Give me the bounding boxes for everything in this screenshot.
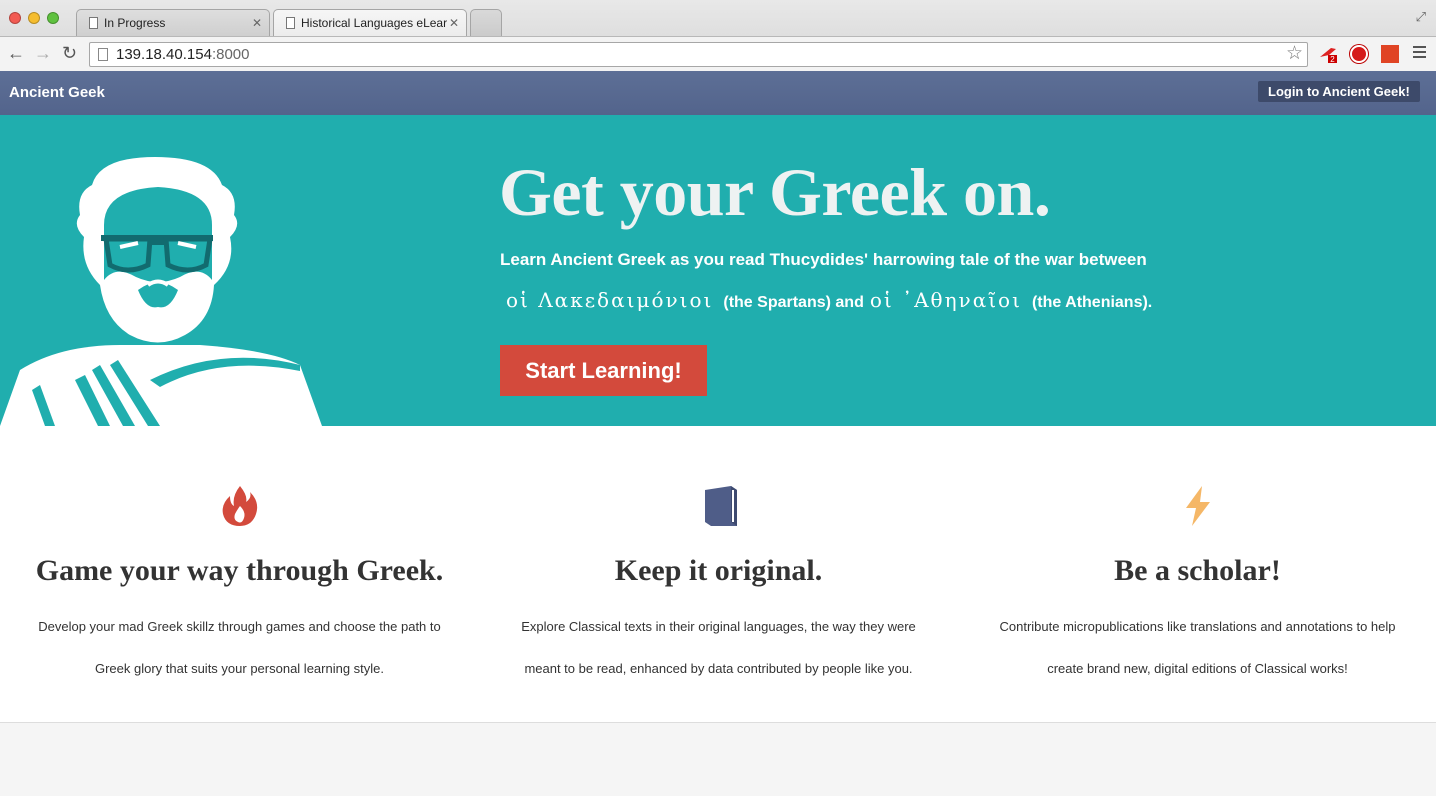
- extension-bird-icon[interactable]: 2: [1319, 45, 1337, 63]
- hero-title: Get your Greek on.: [499, 154, 1051, 230]
- feature-text: Develop your mad Greek skillz through ga…: [38, 619, 441, 676]
- zoom-window-button[interactable]: [47, 12, 59, 24]
- site-navbar: Ancient Geek Login to Ancient Geek!: [0, 71, 1436, 115]
- minimize-window-button[interactable]: [28, 12, 40, 24]
- feature-text: Explore Classical texts in their origina…: [521, 619, 916, 676]
- fullscreen-icon[interactable]: ⤢: [1416, 9, 1426, 25]
- hero-subtitle: Learn Ancient Greek as you read Thucydid…: [500, 250, 1147, 269]
- tab-title: In Progress: [104, 16, 166, 30]
- window-controls: [9, 12, 59, 24]
- browser-chrome: In Progress ✕ Historical Languages eLear…: [0, 0, 1436, 71]
- gloss-athenians: (the Athenians).: [1031, 294, 1153, 311]
- page-icon: [286, 17, 295, 29]
- page-icon: [98, 48, 108, 61]
- extension-bookmark-icon[interactable]: [1381, 45, 1399, 63]
- tab-title: Historical Languages eLear: [301, 16, 448, 30]
- close-window-button[interactable]: [9, 12, 21, 24]
- greek-term-athenians: οἱ ᾿Αθηναῖοι: [869, 288, 1022, 312]
- url-port: :8000: [211, 46, 250, 63]
- start-learning-button[interactable]: Start Learning!: [500, 345, 707, 396]
- hero-greek-line: οἱ Λακεδαιμόνιοι (the Spartans) and οἱ ᾿…: [500, 288, 1152, 312]
- new-tab-button[interactable]: [470, 9, 502, 36]
- login-button[interactable]: Login to Ancient Geek!: [1258, 81, 1420, 102]
- url-host: 139.18.40.154: [116, 46, 212, 63]
- bookmark-star-icon[interactable]: ☆: [1286, 42, 1303, 65]
- brand-logo[interactable]: Ancient Geek: [9, 84, 105, 101]
- close-tab-icon[interactable]: ✕: [449, 16, 459, 30]
- browser-menu-icon[interactable]: [1413, 46, 1426, 61]
- forward-icon[interactable]: →: [34, 43, 52, 64]
- page-footer-area: [0, 723, 1436, 796]
- hero-section: Get your Greek on. Learn Ancient Greek a…: [0, 115, 1436, 426]
- gloss-spartans: (the Spartans) and: [723, 294, 864, 311]
- flame-icon: [222, 486, 257, 526]
- feature-title: Keep it original.: [614, 554, 823, 587]
- close-tab-icon[interactable]: ✕: [252, 16, 262, 30]
- browser-toolbar: ← → ↻ 139.18.40.154:8000 ☆ 2: [0, 36, 1436, 71]
- reload-icon[interactable]: ↻: [62, 43, 77, 64]
- greek-philosopher-illustration: [0, 157, 322, 426]
- extension-badge: 2: [1330, 55, 1335, 63]
- back-icon[interactable]: ←: [7, 43, 25, 64]
- greek-term-spartans: οἱ Λακεδαιμόνιοι: [506, 288, 714, 312]
- page-icon: [89, 17, 98, 29]
- address-bar[interactable]: 139.18.40.154:8000 ☆: [89, 42, 1308, 67]
- tab-historical-languages[interactable]: Historical Languages eLear ✕: [273, 9, 467, 36]
- tab-in-progress[interactable]: In Progress ✕: [76, 9, 270, 36]
- extension-stop-icon[interactable]: [1350, 45, 1368, 63]
- features-section: Game your way through Greek. Develop you…: [0, 426, 1436, 723]
- book-icon: [704, 486, 737, 526]
- lightning-icon: [1185, 486, 1210, 526]
- feature-text: Contribute micropublications like transl…: [999, 619, 1396, 676]
- feature-title: Be a scholar!: [1114, 554, 1281, 587]
- feature-title: Game your way through Greek.: [35, 554, 444, 587]
